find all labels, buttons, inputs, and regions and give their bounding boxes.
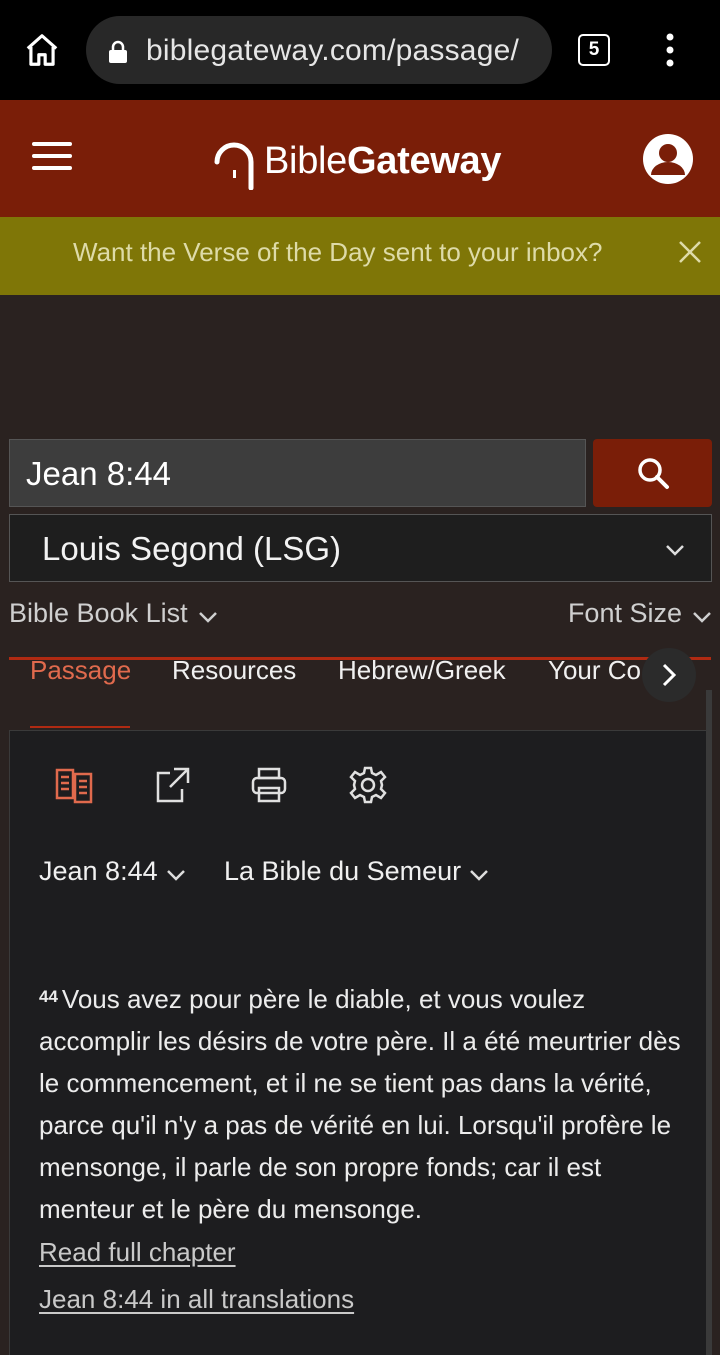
search-button[interactable]: [593, 439, 712, 507]
search-icon: [637, 458, 669, 489]
address-bar[interactable]: biblegateway.com/passage/: [86, 16, 552, 84]
lock-icon: [108, 40, 128, 69]
share-icon[interactable]: [152, 765, 192, 805]
font-size-toggle[interactable]: Font Size: [568, 598, 712, 629]
bible-gateway-logo[interactable]: BibleGateway: [212, 132, 502, 190]
bible-version-select[interactable]: Louis Segond (LSG): [9, 514, 712, 582]
scrollbar[interactable]: [706, 690, 712, 1355]
read-full-chapter-link[interactable]: Read full chapter: [39, 1237, 236, 1268]
verse-text: Vous avez pour père le diable, et vous v…: [39, 984, 681, 1224]
compare-version-dropdown[interactable]: La Bible du Semeur: [224, 856, 489, 887]
tabs-next-button[interactable]: [642, 648, 696, 702]
passage-reference: Jean 8:44: [39, 856, 158, 886]
passage-search-input[interactable]: Jean 8:44: [9, 439, 586, 507]
close-icon[interactable]: [676, 238, 704, 271]
settings-gear-icon[interactable]: [348, 765, 388, 805]
hamburger-menu-icon[interactable]: [32, 142, 72, 174]
verse-number: 44: [39, 987, 58, 1006]
chevron-down-icon: [166, 869, 185, 881]
compare-version: La Bible du Semeur: [224, 856, 462, 886]
browser-toolbar: biblegateway.com/passage/ 5: [0, 0, 720, 100]
print-icon[interactable]: [249, 765, 289, 805]
home-icon[interactable]: [20, 28, 64, 72]
version-label: Louis Segond (LSG): [42, 530, 342, 567]
logo-text-gateway: Gateway: [347, 139, 502, 182]
verse-text-block: 44 Vous avez pour père le diable, et vous…: [39, 978, 689, 1230]
logo-arch-icon: [214, 142, 254, 190]
active-tab-indicator: [30, 726, 130, 728]
tab-resources[interactable]: Resources: [172, 655, 296, 685]
verse-of-the-day-banner[interactable]: Want the Verse of the Day sent to your i…: [0, 217, 720, 295]
logo-text-bible: Bible: [264, 139, 347, 182]
chevron-down-icon: [470, 869, 489, 881]
parallel-view-icon[interactable]: [54, 765, 94, 805]
font-size-label: Font Size: [567, 598, 682, 628]
tab-passage[interactable]: Passage: [30, 655, 131, 685]
all-translations-link[interactable]: Jean 8:44 in all translations: [39, 1284, 354, 1315]
tab-switcher-button[interactable]: 5: [578, 34, 610, 66]
tab-your-content[interactable]: Your Co: [548, 655, 648, 685]
user-account-icon[interactable]: [642, 133, 694, 185]
url-text: biblegateway.com/passage/: [146, 34, 519, 67]
chevron-down-icon: [198, 611, 217, 623]
book-list-label: Bible Book List: [9, 598, 188, 628]
site-header: BibleGateway: [0, 100, 720, 217]
search-query: Jean 8:44: [26, 455, 171, 492]
more-menu-icon[interactable]: [660, 30, 680, 70]
tab-hebrew-greek[interactable]: Hebrew/Greek: [338, 655, 506, 685]
chevron-right-icon: [662, 663, 677, 687]
passage-reference-dropdown[interactable]: Jean 8:44: [39, 856, 186, 887]
chevron-down-icon: [666, 545, 684, 556]
chevron-down-icon: [693, 611, 711, 623]
bible-book-list-toggle[interactable]: Bible Book List: [9, 598, 218, 629]
banner-text[interactable]: Want the Verse of the Day sent to your i…: [73, 237, 602, 268]
